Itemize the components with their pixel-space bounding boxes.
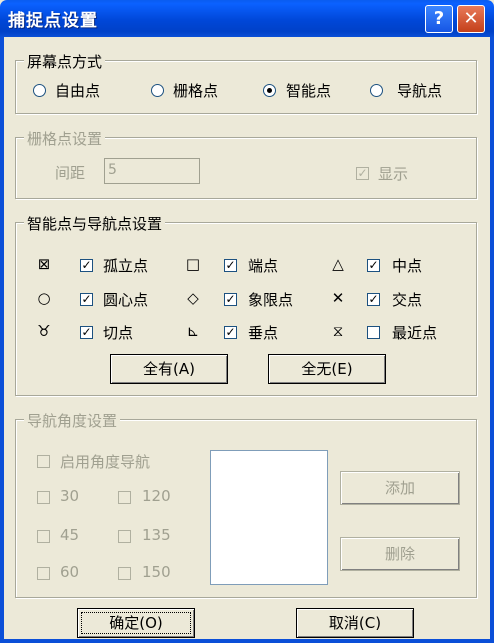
show-grid-label[interactable]: 显示 [378, 163, 408, 184]
quadrant-point-icon: ◇ [187, 289, 199, 307]
show-grid-checkbox[interactable]: ✓ [356, 167, 369, 180]
snap-settings-label: 智能点与导航点设置 [24, 213, 166, 234]
perpendicular-icon: ⊾ [186, 322, 200, 340]
angle-150-label[interactable]: 150 [142, 563, 171, 581]
radio-smart-point-label[interactable]: 智能点 [286, 80, 331, 101]
angle-120-label[interactable]: 120 [142, 487, 171, 505]
nearest-point-icon: ⧖ [332, 322, 344, 340]
perpendicular-checkbox[interactable]: ✓ [224, 326, 237, 339]
nearest-point-label[interactable]: 最近点 [392, 322, 437, 343]
tangent-point-icon: ♉ [37, 322, 51, 340]
nearest-point-checkbox[interactable] [367, 326, 380, 339]
angle-135-checkbox[interactable] [118, 530, 131, 543]
angle-150-checkbox[interactable] [118, 567, 131, 580]
close-button[interactable]: ✕ [457, 5, 485, 33]
angle-30-label[interactable]: 30 [60, 487, 79, 505]
midpoint-checkbox[interactable]: ✓ [367, 259, 380, 272]
select-all-button[interactable]: 全有(A) [110, 354, 228, 384]
intersection-icon: ✕ [331, 289, 345, 307]
angle-135-label[interactable]: 135 [142, 526, 171, 544]
midpoint-icon: △ [332, 255, 344, 273]
nav-angle-label: 导航角度设置 [24, 410, 121, 431]
window-frame-right [490, 37, 494, 643]
quadrant-point-checkbox[interactable]: ✓ [224, 293, 237, 306]
radio-free-point-label[interactable]: 自由点 [55, 80, 100, 101]
perpendicular-label[interactable]: 垂点 [248, 322, 278, 343]
center-point-checkbox[interactable]: ✓ [80, 293, 93, 306]
window-title: 捕捉点设置 [8, 11, 98, 31]
angle-30-checkbox[interactable] [37, 491, 50, 504]
spacing-field[interactable]: 5 [104, 158, 200, 184]
spacing-label: 间距 [55, 164, 86, 182]
radio-grid-point[interactable] [151, 84, 164, 97]
intersection-checkbox[interactable]: ✓ [367, 293, 380, 306]
enable-angle-nav-label[interactable]: 启用角度导航 [60, 451, 150, 472]
select-none-button[interactable]: 全无(E) [268, 354, 386, 384]
intersection-label[interactable]: 交点 [392, 289, 422, 310]
isolated-point-icon: ⊠ [37, 255, 51, 273]
delete-angle-button[interactable]: 删除 [340, 537, 460, 571]
radio-smart-point[interactable] [263, 84, 276, 97]
window-frame-left [0, 37, 4, 643]
add-angle-button[interactable]: 添加 [340, 471, 460, 505]
angle-list[interactable] [210, 450, 328, 585]
angle-60-label[interactable]: 60 [60, 563, 79, 581]
screen-mode-label: 屏幕点方式 [24, 51, 106, 72]
isolated-point-checkbox[interactable]: ✓ [80, 259, 93, 272]
midpoint-label[interactable]: 中点 [392, 255, 422, 276]
radio-grid-point-label[interactable]: 栅格点 [173, 80, 218, 101]
endpoint-checkbox[interactable]: ✓ [224, 259, 237, 272]
window-frame-bottom [0, 639, 494, 643]
help-button[interactable]: ? [425, 5, 453, 33]
cancel-button[interactable]: 取消(C) [296, 608, 414, 638]
isolated-point-label[interactable]: 孤立点 [103, 255, 148, 276]
radio-nav-point-label[interactable]: 导航点 [397, 80, 442, 101]
quadrant-point-label[interactable]: 象限点 [248, 289, 293, 310]
endpoint-icon: □ [185, 255, 201, 273]
enable-angle-nav-checkbox[interactable] [37, 455, 50, 468]
radio-free-point[interactable] [33, 84, 46, 97]
angle-45-checkbox[interactable] [37, 530, 50, 543]
tangent-point-label[interactable]: 切点 [103, 322, 133, 343]
angle-45-label[interactable]: 45 [60, 526, 79, 544]
center-point-label[interactable]: 圆心点 [103, 289, 148, 310]
ok-button[interactable]: 确定(O) [77, 608, 195, 638]
angle-60-checkbox[interactable] [37, 567, 50, 580]
angle-120-checkbox[interactable] [118, 491, 131, 504]
radio-nav-point[interactable] [370, 84, 383, 97]
center-point-icon: ○ [37, 289, 51, 307]
grid-settings-label: 栅格点设置 [24, 128, 106, 149]
title-bar: 捕捉点设置 ? ✕ [0, 0, 494, 37]
tangent-point-checkbox[interactable]: ✓ [80, 326, 93, 339]
endpoint-label[interactable]: 端点 [248, 255, 278, 276]
